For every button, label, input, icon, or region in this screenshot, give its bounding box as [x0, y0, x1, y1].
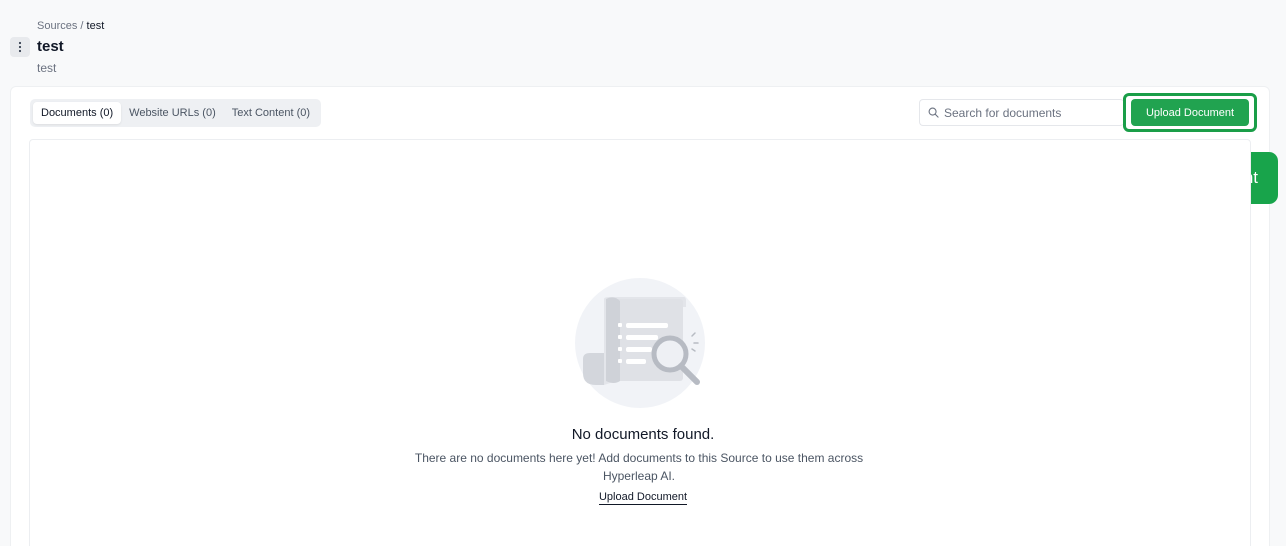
breadcrumb-parent-link[interactable]: Sources: [37, 20, 77, 32]
breadcrumb: Sources / test: [37, 20, 104, 32]
more-options-button[interactable]: [10, 37, 30, 57]
breadcrumb-current: test: [86, 20, 105, 32]
kebab-vertical-icon: [18, 41, 22, 53]
search-icon: [928, 107, 939, 118]
empty-state-title: No documents found.: [571, 426, 715, 443]
upload-document-button[interactable]: Upload Document: [1131, 99, 1249, 126]
tab-documents[interactable]: Documents (0): [33, 102, 122, 124]
breadcrumb-separator: /: [77, 20, 87, 32]
tab-list: Documents (0) Website URLs (0) Text Cont…: [30, 99, 322, 127]
page-subtitle: test: [37, 61, 57, 75]
tab-text-content[interactable]: Text Content (0): [224, 102, 318, 124]
search-input[interactable]: [944, 105, 1114, 120]
empty-state-upload-link[interactable]: Upload Document: [598, 491, 688, 505]
empty-state-description: There are no documents here yet! Add doc…: [414, 451, 864, 483]
page: Sources / test test test Documents (0) W…: [0, 0, 1286, 546]
empty-state-upload-wrapper: Upload Document: [0, 488, 1286, 505]
page-title: test: [37, 38, 64, 55]
document-search-illustration: [575, 278, 705, 408]
search-box: [919, 99, 1124, 126]
tab-website-urls[interactable]: Website URLs (0): [121, 102, 224, 124]
